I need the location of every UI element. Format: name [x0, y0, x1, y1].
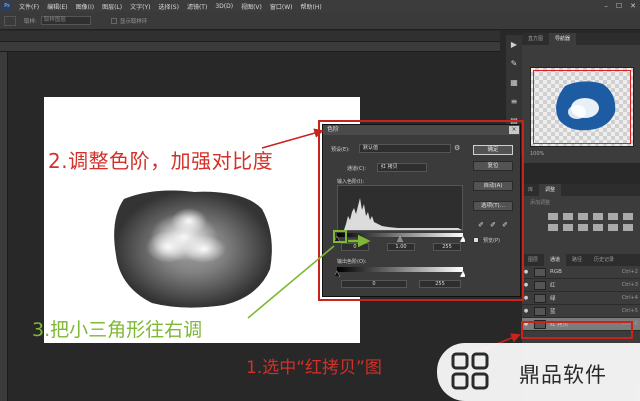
annotation-step2: 2.调整色阶，加强对比度 — [48, 149, 274, 173]
arrow-from-step3 — [247, 245, 335, 319]
annotation-step3: 3.把小三角形往右调 — [32, 319, 203, 341]
watermark-logo-icon — [451, 352, 489, 390]
annotation-step1: 1.选中“红拷贝”图 — [246, 358, 382, 378]
watermark-text: 鼎品软件 — [519, 363, 607, 387]
slider-highlight-box — [333, 230, 347, 243]
watermark: 鼎品软件 — [437, 343, 640, 401]
